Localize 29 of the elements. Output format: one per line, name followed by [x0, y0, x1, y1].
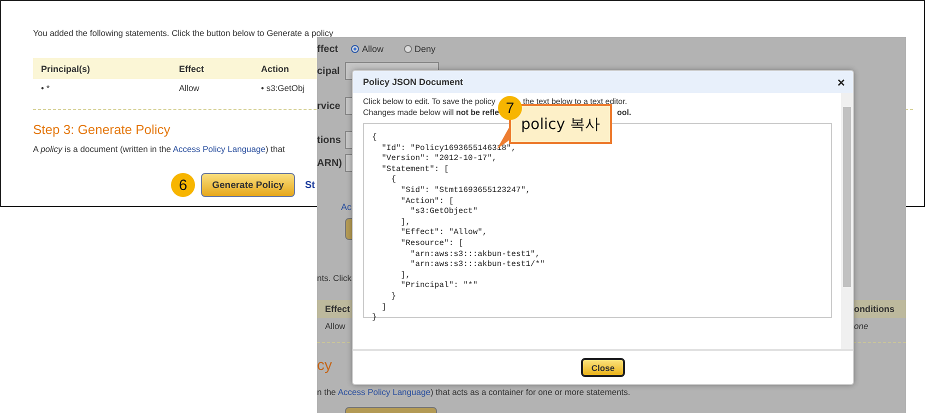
radio-label: Deny — [414, 44, 436, 54]
dialog-title: Policy JSON Document — [363, 77, 464, 87]
intro-text: You added the following statements. Click the button below to Generate a policy — [33, 28, 334, 38]
description-text: n the Access Policy Language) that acts as a container for one or more statements. — [317, 387, 630, 397]
section-heading: cy — [317, 356, 332, 376]
column-header: onditions — [854, 304, 894, 314]
table-cell: • s3:GetObj — [261, 83, 305, 93]
field-label: rvice — [317, 100, 342, 112]
section-heading: Step 3: Generate Policy — [33, 122, 170, 138]
table-cell: Allow — [179, 83, 200, 93]
step-badge: 6 — [171, 173, 195, 197]
radio-label: Allow — [362, 44, 384, 54]
column-header: Effect — [325, 304, 350, 314]
intro-text: nts. Click — [317, 273, 352, 283]
field-label: ffect — [317, 44, 340, 54]
field-label: tions — [317, 134, 342, 146]
table-cell: one — [854, 321, 868, 331]
column-header: Effect — [179, 64, 204, 74]
instruction-text: the text below to a text editor. — [523, 97, 628, 106]
table-cell: Allow — [325, 321, 346, 331]
field-label: ARN) — [317, 158, 343, 168]
description-text: A policy is a document (written in the Access Policy Language) that — [33, 144, 285, 154]
column-header: Principal(s) — [41, 64, 90, 74]
column-header: Action — [261, 64, 289, 74]
table-cell: • * — [41, 83, 50, 93]
instruction-text: Changes made below will not be refle — [363, 108, 500, 116]
instruction-text: ool. — [617, 108, 632, 116]
field-label: cipal — [317, 66, 341, 76]
instruction-text: Click below to edit. To save the policy — [363, 97, 496, 106]
